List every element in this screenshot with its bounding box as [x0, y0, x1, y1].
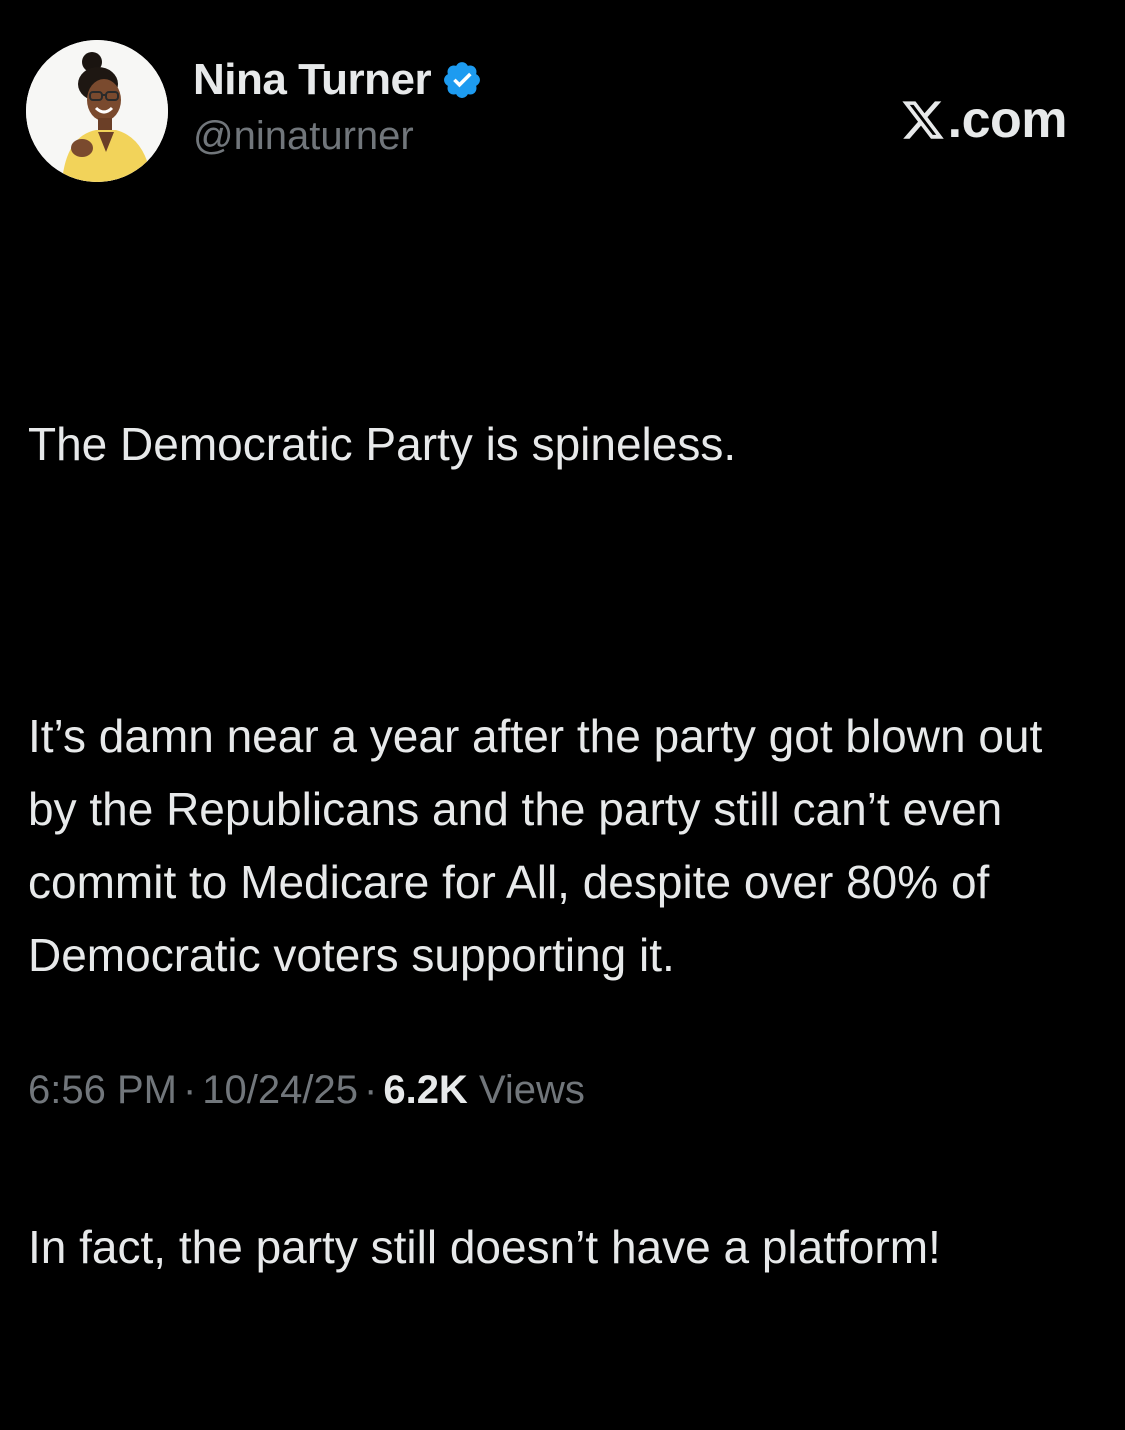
display-name[interactable]: Nina Turner [193, 55, 432, 105]
tweet-card: Nina Turner @ninaturner .com The Democra… [0, 0, 1125, 1273]
tweet-paragraph: It’s damn near a year after the party go… [28, 710, 1056, 981]
views-count: 6.2K [383, 1068, 468, 1112]
brand-suffix: .com [947, 91, 1068, 149]
handle[interactable]: @ninaturner [193, 114, 483, 159]
name-row: Nina Turner [193, 54, 483, 106]
timestamp-date[interactable]: 10/24/25 [202, 1068, 358, 1112]
author-block: Nina Turner @ninaturner [193, 54, 483, 159]
timestamp-time[interactable]: 6:56 PM [28, 1068, 177, 1112]
tweet-paragraph: In fact, the party still doesn’t have a … [28, 1221, 941, 1273]
brand-watermark: .com [900, 90, 1068, 150]
x-logo-icon [902, 101, 944, 139]
views-label: Views [478, 1068, 585, 1112]
verified-badge-icon [441, 59, 483, 101]
tweet-header: Nina Turner @ninaturner .com [26, 40, 1101, 185]
meta-separator: · [364, 1068, 378, 1112]
tweet-paragraph: The Democratic Party is spineless. [28, 418, 737, 470]
tweet-meta: 6:56 PM · 10/24/25 · 6.2K Views [28, 1068, 585, 1113]
meta-separator: · [182, 1068, 197, 1112]
avatar[interactable] [26, 40, 168, 182]
avatar-photo [26, 40, 168, 182]
tweet-text: The Democratic Party is spineless. It’s … [28, 262, 1103, 1430]
